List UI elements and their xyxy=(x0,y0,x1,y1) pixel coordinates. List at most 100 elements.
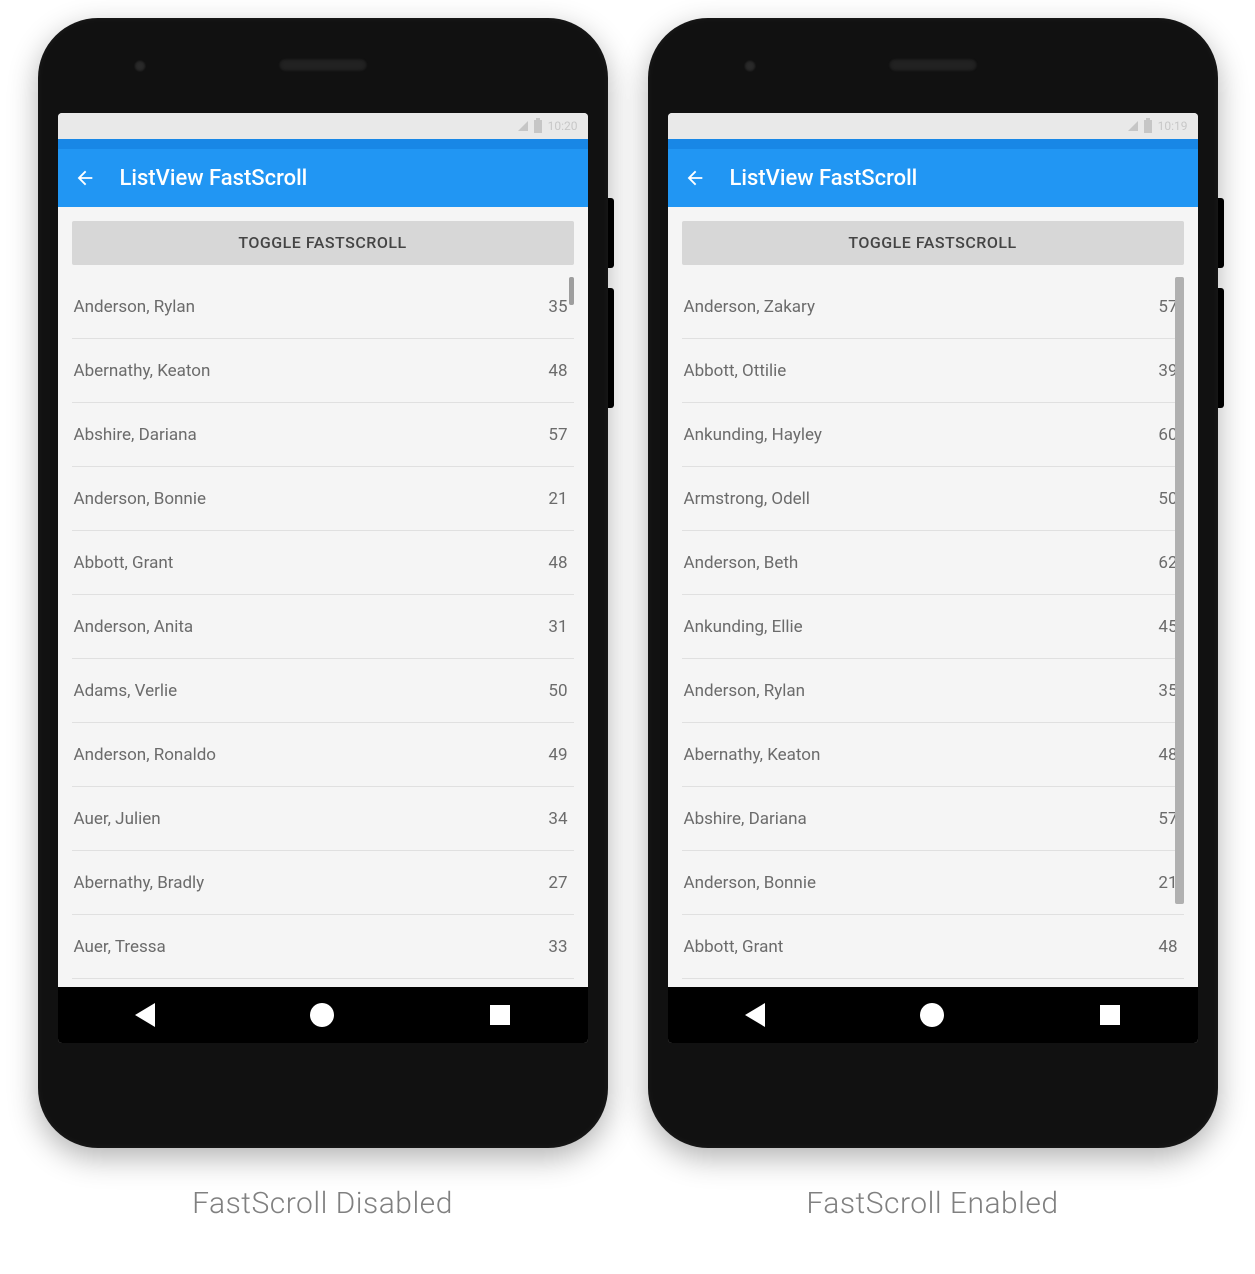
list-item-name: Ankunding, Ellie xyxy=(684,617,803,637)
appbar-shade xyxy=(668,139,1198,149)
caption-left: FastScroll Disabled xyxy=(192,1186,453,1221)
list-item[interactable]: Armstrong, Odell50 xyxy=(682,467,1184,531)
caption-right: FastScroll Enabled xyxy=(806,1186,1058,1221)
screen: 10:19 ListView FastScroll TOGGLE FASTSCR… xyxy=(668,113,1198,1043)
list-view[interactable]: Anderson, Zakary57Abbott, Ottilie39Ankun… xyxy=(682,275,1184,987)
list-item-name: Anderson, Rylan xyxy=(74,297,196,317)
status-time: 10:20 xyxy=(548,119,578,133)
back-arrow-icon[interactable] xyxy=(684,167,706,189)
scrollbar-thumb[interactable] xyxy=(569,277,574,305)
list-item-value: 48 xyxy=(1158,937,1177,957)
list-item[interactable]: Anderson, Zakary57 xyxy=(682,275,1184,339)
nav-home-icon[interactable] xyxy=(920,1003,944,1027)
status-bar: 10:20 xyxy=(58,113,588,139)
list-item-value: 57 xyxy=(548,425,567,445)
list-view[interactable]: Anderson, Rylan 35 Abernathy, Keaton 48 Absh… xyxy=(72,275,574,987)
content-area: TOGGLE FASTSCROLL Anderson, Zakary57Abbo… xyxy=(668,207,1198,987)
list-item-name: Anderson, Beth xyxy=(684,553,799,573)
phone-left: 10:20 ListView FastScroll TOGGLE FASTSCR… xyxy=(38,18,608,1221)
list-item-name: Abbott, Grant xyxy=(74,553,174,573)
list-item-value: 48 xyxy=(548,553,567,573)
list-item[interactable]: Adams, Verlie 50 xyxy=(72,659,574,723)
list-item[interactable]: Abbott, Grant 48 xyxy=(72,531,574,595)
app-title: ListView FastScroll xyxy=(730,166,918,191)
list-item-value: 34 xyxy=(548,809,567,829)
phone-right: 10:19 ListView FastScroll TOGGLE FASTSCR… xyxy=(648,18,1218,1221)
list-item-name: Anderson, Bonnie xyxy=(74,489,206,509)
screen: 10:20 ListView FastScroll TOGGLE FASTSCR… xyxy=(58,113,588,1043)
app-bar: ListView FastScroll xyxy=(58,149,588,207)
device-frame: 10:19 ListView FastScroll TOGGLE FASTSCR… xyxy=(648,18,1218,1148)
list-item-name: Abernathy, Keaton xyxy=(684,745,821,765)
nav-recents-icon[interactable] xyxy=(490,1005,510,1025)
list-item[interactable]: Abbott, Ottilie39 xyxy=(682,339,1184,403)
list-item-value: 50 xyxy=(548,681,567,701)
app-title: ListView FastScroll xyxy=(120,166,308,191)
list-item-name: Abshire, Dariana xyxy=(74,425,197,445)
android-nav-bar xyxy=(58,987,588,1043)
list-item[interactable]: Ankunding, Hayley60 xyxy=(682,403,1184,467)
battery-icon xyxy=(534,120,542,133)
power-button xyxy=(608,198,614,268)
back-arrow-icon[interactable] xyxy=(74,167,96,189)
list-item-name: Adams, Verlie xyxy=(74,681,178,701)
nav-home-icon[interactable] xyxy=(310,1003,334,1027)
volume-button xyxy=(608,288,614,408)
list-item[interactable]: Abshire, Dariana 57 xyxy=(72,403,574,467)
speaker-grill xyxy=(888,58,978,72)
list-item[interactable]: Ankunding, Ellie45 xyxy=(682,595,1184,659)
status-bar: 10:19 xyxy=(668,113,1198,139)
toggle-fastscroll-button[interactable]: TOGGLE FASTSCROLL xyxy=(682,221,1184,265)
content-area: TOGGLE FASTSCROLL Anderson, Rylan 35 Abern… xyxy=(58,207,588,987)
list-item[interactable]: Abernathy, Bradly 27 xyxy=(72,851,574,915)
list-item-value: 27 xyxy=(548,873,567,893)
volume-button xyxy=(1218,288,1224,408)
nav-recents-icon[interactable] xyxy=(1100,1005,1120,1025)
list-item-name: Anderson, Ronaldo xyxy=(74,745,216,765)
list-item[interactable]: Auer, Julien 34 xyxy=(72,787,574,851)
list-item-name: Abernathy, Keaton xyxy=(74,361,211,381)
speaker-grill xyxy=(278,58,368,72)
device-frame: 10:20 ListView FastScroll TOGGLE FASTSCR… xyxy=(38,18,608,1148)
list-item-name: Armstrong, Odell xyxy=(684,489,810,509)
list-item[interactable]: Abshire, Dariana57 xyxy=(682,787,1184,851)
app-bar: ListView FastScroll xyxy=(668,149,1198,207)
status-time: 10:19 xyxy=(1158,119,1188,133)
list-item[interactable]: Abbott, Grant 48 xyxy=(682,915,1184,979)
nav-back-icon[interactable] xyxy=(745,1003,765,1027)
list-item-name: Anderson, Bonnie xyxy=(684,873,816,893)
list-item-name: Abernathy, Bradly xyxy=(74,873,205,893)
nav-back-icon[interactable] xyxy=(135,1003,155,1027)
list-item[interactable]: Anderson, Bonnie 21 xyxy=(72,467,574,531)
fastscroll-thumb[interactable] xyxy=(1175,277,1184,904)
list-item[interactable]: Auer, Tressa 33 xyxy=(72,915,574,979)
list-item-name: Ankunding, Hayley xyxy=(684,425,822,445)
list-item-name: Abshire, Dariana xyxy=(684,809,807,829)
signal-icon xyxy=(518,121,528,131)
list-item-name: Anderson, Rylan xyxy=(684,681,806,701)
list-item[interactable]: Anderson, Bonnie21 xyxy=(682,851,1184,915)
list-item[interactable]: Anderson, Ronaldo 49 xyxy=(72,723,574,787)
list-item-value: 33 xyxy=(548,937,567,957)
battery-icon xyxy=(1144,120,1152,133)
list-item-value: 35 xyxy=(548,297,567,317)
list-item-name: Anderson, Zakary xyxy=(684,297,816,317)
list-item[interactable]: Anderson, Rylan 35 xyxy=(72,275,574,339)
list-item[interactable]: Anderson, Rylan35 xyxy=(682,659,1184,723)
list-item[interactable]: Abernathy, Keaton48 xyxy=(682,723,1184,787)
list-item-name: Abbott, Grant xyxy=(684,937,784,957)
list-item[interactable]: Abernathy, Keaton 48 xyxy=(72,339,574,403)
list-item-name: Auer, Tressa xyxy=(74,937,166,957)
list-item-value: 31 xyxy=(548,617,567,637)
list-item-value: 21 xyxy=(548,489,567,509)
android-nav-bar xyxy=(668,987,1198,1043)
list-item-name: Abbott, Ottilie xyxy=(684,361,787,381)
list-item[interactable]: Anderson, Beth62 xyxy=(682,531,1184,595)
list-item[interactable]: Anderson, Anita 31 xyxy=(72,595,574,659)
list-item-name: Anderson, Anita xyxy=(74,617,194,637)
toggle-fastscroll-button[interactable]: TOGGLE FASTSCROLL xyxy=(72,221,574,265)
power-button xyxy=(1218,198,1224,268)
list-item-value: 48 xyxy=(548,361,567,381)
list-item-value: 49 xyxy=(548,745,567,765)
list-item-name: Auer, Julien xyxy=(74,809,161,829)
